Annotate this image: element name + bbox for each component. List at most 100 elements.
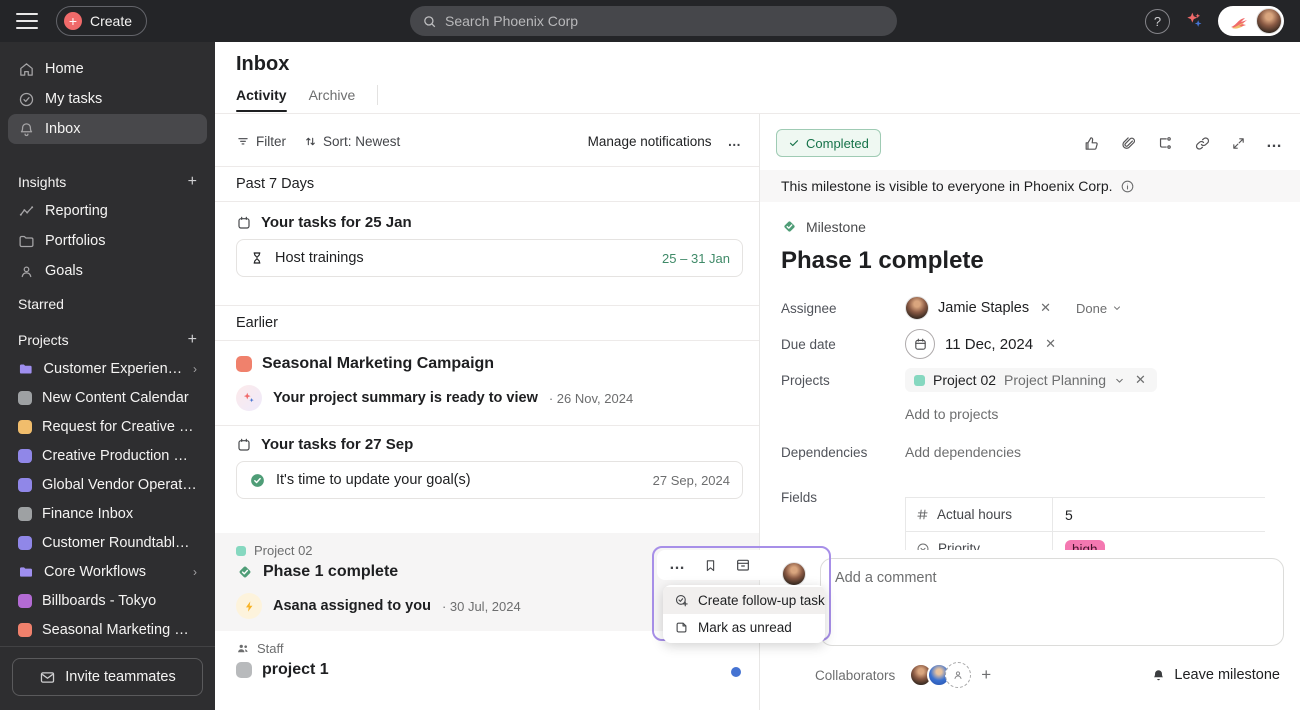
sidebar-item-inbox[interactable]: Inbox <box>8 114 207 144</box>
project-chip[interactable]: Project 02 Project Planning ✕ <box>905 368 1157 392</box>
notification-actions-popup: … Create follow-up task Mark as unread <box>652 546 831 641</box>
assignee-value[interactable]: Jamie Staples ✕ Done <box>905 296 1122 320</box>
add-project-button[interactable]: + <box>188 331 197 349</box>
remove-due-date-button[interactable]: ✕ <box>1043 336 1058 352</box>
attach-button[interactable] <box>1120 135 1137 152</box>
tab-activity[interactable]: Activity <box>236 87 287 112</box>
detail-more-button[interactable]: … <box>1266 134 1284 152</box>
completed-status-button[interactable]: Completed <box>776 129 881 157</box>
comment-input[interactable] <box>835 570 1269 586</box>
remove-assignee-button[interactable]: ✕ <box>1038 300 1053 316</box>
list-more-button[interactable]: … <box>728 134 744 149</box>
sidebar-project-billboards-tokyo[interactable]: Billboards - Tokyo <box>8 586 207 615</box>
sidebar-project-new-content-calendar[interactable]: New Content Calendar <box>8 383 207 412</box>
goals-icon <box>18 263 35 280</box>
field-row-actual-hours[interactable]: Actual hours 5 <box>906 498 1265 532</box>
group-title-27-sep: Your tasks for 27 Sep <box>236 436 738 453</box>
due-date-row: Due date 11 Dec, 2024 ✕ <box>781 329 1284 359</box>
menu-item-create-follow-up[interactable]: Create follow-up task <box>663 587 825 614</box>
sidebar-project-customer-roundtable[interactable]: Customer Roundtable Se... <box>8 528 207 557</box>
create-label: Create <box>90 13 132 29</box>
sidebar-project-global-vendor[interactable]: Global Vendor Operations <box>8 470 207 499</box>
chevron-right-icon[interactable]: › <box>193 362 197 376</box>
due-date-value[interactable]: 11 Dec, 2024 ✕ <box>905 329 1058 359</box>
subtask-icon <box>1157 135 1174 152</box>
sidebar-item-reporting[interactable]: Reporting <box>8 196 207 226</box>
search-input[interactable] <box>445 13 885 29</box>
unread-indicator[interactable] <box>731 667 741 677</box>
section-header-past-7-days: Past 7 Days <box>215 166 759 202</box>
notification-more-button[interactable]: … <box>669 556 686 574</box>
collaborators-row: Collaborators + Leave <box>815 662 1280 688</box>
hamburger-menu-icon[interactable] <box>16 13 38 29</box>
folder-icon <box>18 233 35 250</box>
sidebar-project-seasonal-marketing[interactable]: Seasonal Marketing Cam... <box>8 615 207 644</box>
sidebar-item-goals[interactable]: Goals <box>8 256 207 286</box>
assignee-avatar <box>905 296 929 320</box>
sidebar-section-insights: Insights + <box>0 172 215 192</box>
leave-milestone-button[interactable]: Leave milestone <box>1151 667 1280 683</box>
notification-project-summary[interactable]: Your project summary is ready to view · … <box>236 385 738 411</box>
add-collaborator-placeholder[interactable] <box>945 662 971 688</box>
detail-header: Completed … <box>776 128 1284 158</box>
milestone-title[interactable]: Phase 1 complete <box>781 247 1284 275</box>
filter-button[interactable]: Filter <box>236 134 286 149</box>
sidebar-project-core-workflows[interactable]: Core Workflows › <box>8 557 207 586</box>
create-button[interactable]: + Create <box>56 6 147 36</box>
sidebar-item-my-tasks[interactable]: My tasks <box>8 84 207 114</box>
search-bar[interactable] <box>410 6 897 36</box>
topbar-right: ? <box>1145 6 1284 36</box>
tab-archive[interactable]: Archive <box>309 87 356 112</box>
account-button[interactable] <box>1218 6 1284 36</box>
project-color-swatch <box>18 507 32 521</box>
archive-icon <box>735 557 751 573</box>
subtasks-button[interactable] <box>1157 135 1174 152</box>
assignee-state-dropdown[interactable]: Done <box>1076 301 1122 316</box>
help-button[interactable]: ? <box>1145 9 1170 34</box>
team-icon <box>236 642 250 656</box>
inbox-tabs: Activity Archive <box>236 85 1300 113</box>
notification-project1[interactable]: Staff project 1 <box>215 641 759 679</box>
sort-button[interactable]: Sort: Newest <box>304 134 400 149</box>
chevron-down-icon <box>1112 303 1122 313</box>
menu-item-mark-unread[interactable]: Mark as unread <box>663 614 825 641</box>
ai-sparkle-icon[interactable] <box>1184 11 1204 31</box>
sidebar-footer: Invite teammates <box>0 646 215 710</box>
info-icon[interactable] <box>1120 179 1135 194</box>
check-icon <box>788 137 800 149</box>
sidebar-project-finance-inbox[interactable]: Finance Inbox <box>8 499 207 528</box>
add-dependencies-link[interactable]: Add dependencies <box>905 444 1021 460</box>
sidebar-project-request-creative[interactable]: Request for Creative Pro... <box>8 412 207 441</box>
sidebar-item-portfolios[interactable]: Portfolios <box>8 226 207 256</box>
notification-date: 27 Sep, 2024 <box>653 473 730 488</box>
notification-host-trainings[interactable]: Host trainings 25 – 31 Jan <box>236 239 743 277</box>
add-to-projects-row: Add to projects <box>781 401 1284 427</box>
add-insight-button[interactable]: + <box>188 173 197 191</box>
chevron-right-icon[interactable]: › <box>193 565 197 579</box>
notification-hover-toolbar: … <box>657 550 769 580</box>
comment-box[interactable] <box>820 558 1284 646</box>
chevron-down-icon[interactable] <box>1114 375 1125 386</box>
sidebar-project-creative-production[interactable]: Creative Production EMEA <box>8 441 207 470</box>
sidebar-project-customer-experience[interactable]: Customer Experienc... › <box>8 354 207 383</box>
like-button[interactable] <box>1083 135 1100 152</box>
topbar: + Create ? <box>0 0 1300 42</box>
add-collaborator-button[interactable]: + <box>981 665 991 685</box>
phoenix-logo-icon <box>1226 9 1252 33</box>
fullscreen-button[interactable] <box>1231 136 1246 151</box>
notification-update-goals[interactable]: It's time to update your goal(s) 27 Sep,… <box>236 461 743 499</box>
remove-project-button[interactable]: ✕ <box>1133 372 1148 388</box>
invite-teammates-button[interactable]: Invite teammates <box>12 658 203 696</box>
calendar-icon <box>236 215 252 231</box>
notification-seasonal-marketing-campaign[interactable]: Seasonal Marketing Campaign <box>236 355 738 373</box>
add-to-projects-link[interactable]: Add to projects <box>905 406 998 422</box>
folder-icon <box>18 564 34 580</box>
sidebar-item-home[interactable]: Home <box>8 54 207 84</box>
envelope-icon <box>39 669 56 686</box>
archive-button[interactable] <box>735 557 751 573</box>
dependencies-row: Dependencies Add dependencies <box>781 439 1284 465</box>
manage-notifications-link[interactable]: Manage notifications <box>588 134 712 149</box>
project-color-swatch <box>236 662 252 678</box>
copy-link-button[interactable] <box>1194 135 1211 152</box>
bookmark-button[interactable] <box>703 558 718 573</box>
